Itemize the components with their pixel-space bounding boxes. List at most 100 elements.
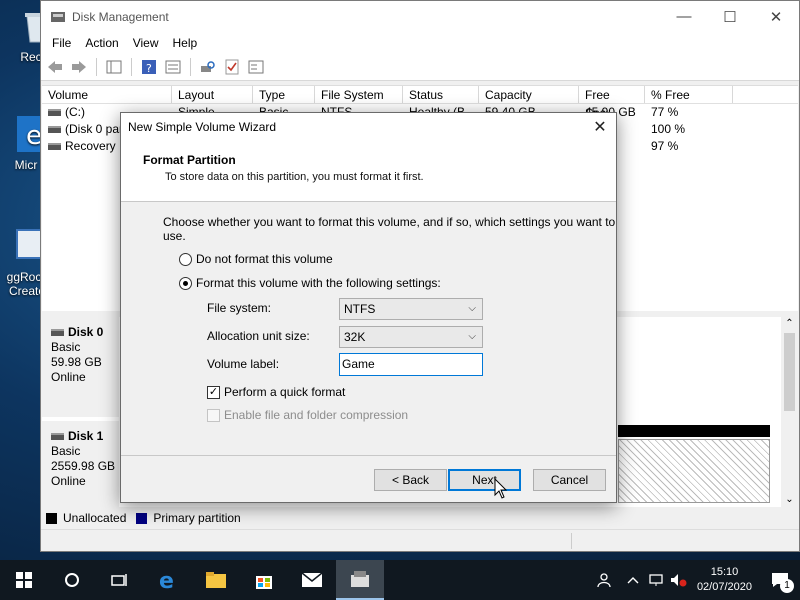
speaker-muted-icon [670, 574, 687, 587]
scroll-up-icon[interactable]: ⌃ [781, 317, 798, 331]
properties-button[interactable] [163, 57, 183, 77]
chevron-up-icon [627, 577, 639, 584]
wizard-footer: < Back Next Cancel [121, 455, 616, 502]
clock[interactable]: 15:10 02/07/2020 [689, 565, 760, 595]
disk-icon [51, 329, 64, 337]
edge-icon: e [159, 569, 174, 591]
disk-name: Disk 1 [68, 429, 104, 443]
file-system-select[interactable]: NTFS ⌵ [339, 298, 483, 320]
disk-name: Disk 0 [68, 325, 104, 339]
notification-count-badge: 1 [780, 579, 794, 593]
quick-format-checkbox[interactable]: ✓ [207, 385, 220, 399]
toolbar-separator [190, 58, 191, 76]
volume-icon [48, 143, 61, 151]
column-header-capacity[interactable]: Capacity [479, 86, 579, 103]
radio-button-unchecked[interactable] [179, 252, 192, 266]
column-header-free-space[interactable]: Free Spa... [579, 86, 645, 120]
compression-option: Enable file and folder compression [207, 408, 408, 422]
maximize-button[interactable]: ☐ [707, 1, 753, 32]
check-button[interactable] [222, 57, 242, 77]
status-bar [41, 529, 799, 551]
volume-icon [48, 126, 61, 134]
legend-label-primary: Primary partition [153, 511, 241, 525]
settings-panel-button[interactable] [246, 57, 266, 77]
show-hidden-icons-button[interactable] [621, 560, 645, 600]
minimize-button[interactable]: — [661, 1, 707, 32]
people-button[interactable] [591, 560, 621, 600]
folder-icon [206, 572, 226, 588]
menu-file[interactable]: File [45, 36, 78, 50]
wizard-header: Format Partition To store data on this p… [121, 141, 616, 202]
file-system-label: File system: [207, 301, 272, 315]
column-header-percent-free[interactable]: % Free [645, 86, 733, 103]
menu-action[interactable]: Action [78, 36, 125, 50]
volume-label-input[interactable]: Game [339, 353, 483, 376]
quick-format-option[interactable]: ✓ Perform a quick format [207, 385, 345, 399]
disk-management-taskbar-button[interactable] [336, 560, 384, 600]
edge-taskbar-button[interactable]: e [144, 560, 192, 600]
back-button[interactable]: < Back [374, 469, 447, 491]
column-header-file-system[interactable]: File System [315, 86, 403, 103]
allocation-unit-select[interactable]: 32K ⌵ [339, 326, 483, 348]
chevron-down-icon: ⌵ [468, 303, 476, 314]
compression-label: Enable file and folder compression [224, 408, 409, 422]
disk-1-label[interactable]: Disk 1 Basic 2559.98 GB Online [42, 421, 119, 507]
back-arrow-button[interactable] [45, 57, 65, 77]
column-header-type[interactable]: Type [253, 86, 315, 103]
network-button[interactable] [645, 560, 667, 600]
disk-status: Online [51, 370, 86, 384]
action-center-button[interactable]: 1 [760, 560, 800, 600]
wizard-close-button[interactable]: ✕ [584, 113, 616, 141]
radio-do-not-format[interactable]: Do not format this volume [179, 252, 333, 266]
start-button[interactable] [0, 560, 48, 600]
disk-size: 2559.98 GB [51, 459, 116, 473]
chevron-down-icon: ⌵ [468, 331, 476, 342]
window-titlebar[interactable]: Disk Management — ☐ ✕ [41, 1, 799, 32]
clock-date: 02/07/2020 [696, 581, 752, 593]
help-button[interactable]: ? [139, 57, 159, 77]
radio-button-checked[interactable] [179, 276, 192, 290]
search-button[interactable] [48, 560, 96, 600]
forward-arrow-button[interactable] [69, 57, 89, 77]
volume-button[interactable] [667, 560, 689, 600]
next-button[interactable]: Next [448, 469, 521, 491]
column-header-status[interactable]: Status [403, 86, 479, 103]
radio-format-volume[interactable]: Format this volume with the following se… [179, 276, 441, 290]
quick-format-label: Perform a quick format [224, 385, 346, 399]
legend-swatch-unallocated [46, 512, 57, 524]
volume-name: (C:) [65, 105, 85, 119]
menu-bar: File Action View Help [41, 32, 799, 54]
menu-help[interactable]: Help [166, 36, 205, 50]
scrollbar-thumb[interactable] [784, 333, 795, 411]
toolbar: ? [41, 54, 799, 81]
scroll-down-icon[interactable]: ⌄ [781, 494, 798, 505]
network-icon [649, 574, 663, 586]
store-taskbar-button[interactable] [240, 560, 288, 600]
rescan-disks-button[interactable] [198, 57, 218, 77]
svg-text:?: ? [146, 62, 152, 75]
file-explorer-taskbar-button[interactable] [192, 560, 240, 600]
task-view-button[interactable] [96, 560, 144, 600]
cancel-button[interactable]: Cancel [533, 469, 606, 491]
unallocated-partition[interactable] [618, 439, 770, 503]
column-header-volume[interactable]: Volume [42, 86, 172, 103]
search-circle-icon [65, 573, 79, 587]
disk-pane-scrollbar[interactable]: ⌃ ⌄ [781, 317, 798, 507]
mail-icon [301, 572, 323, 587]
show-hide-console-tree-button[interactable] [104, 57, 124, 77]
menu-view[interactable]: View [126, 36, 166, 50]
close-window-button[interactable]: ✕ [753, 1, 799, 32]
task-view-icon [111, 574, 127, 586]
disk-management-app-icon [50, 9, 66, 25]
mail-taskbar-button[interactable] [288, 560, 336, 600]
people-icon [597, 573, 611, 588]
wizard-titlebar[interactable]: New Simple Volume Wizard ✕ [121, 113, 616, 141]
disk-type: Basic [51, 444, 81, 458]
disk-0-label[interactable]: Disk 0 Basic 59.98 GB Online [42, 317, 119, 417]
column-header-layout[interactable]: Layout [172, 86, 253, 103]
maximize-icon: ☐ [723, 8, 737, 26]
radio-label: Format this volume with the following se… [196, 276, 441, 290]
taskbar: e 15:10 02/07/2020 1 [0, 560, 800, 600]
window-title: Disk Management [72, 9, 169, 24]
help-icon: ? [142, 60, 156, 75]
